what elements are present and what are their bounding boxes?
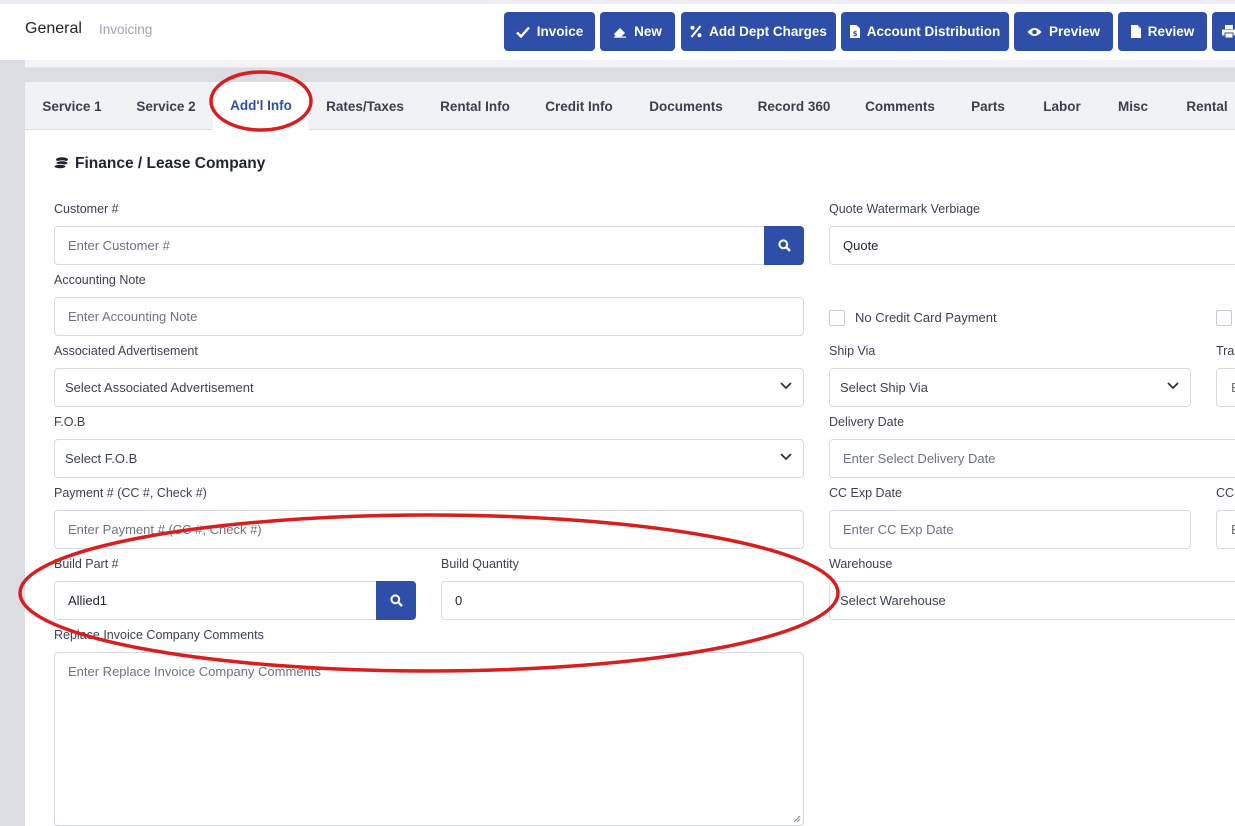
search-icon [389, 594, 403, 607]
chevron-down-icon [780, 453, 792, 461]
warehouse-value: Select Warehouse [840, 593, 946, 608]
print-button[interactable] [1212, 12, 1235, 51]
ship-via-select[interactable]: Select Ship Via [829, 368, 1191, 407]
tab-misc[interactable]: Misc [1111, 82, 1155, 130]
tab-rates-taxes[interactable]: Rates/Taxes [319, 82, 411, 130]
svg-text:$: $ [852, 30, 857, 38]
account-distribution-button[interactable]: $ Account Distribution [841, 12, 1009, 51]
fob-value: Select F.O.B [65, 451, 138, 466]
customer-input[interactable]: Enter Customer # [54, 226, 766, 265]
delivery-date-label: Delivery Date [829, 415, 905, 429]
accounting-note-label: Accounting Note [54, 273, 146, 287]
fob-select[interactable]: Select F.O.B [54, 439, 804, 478]
header-divider [25, 60, 1235, 68]
build-quantity-input[interactable]: 0 [441, 581, 804, 620]
associated-ad-label: Associated Advertisement [54, 344, 198, 358]
cc-exp-label: CC Exp Date [829, 486, 902, 500]
warehouse-label: Warehouse [829, 557, 893, 571]
chevron-down-icon [1167, 382, 1179, 390]
tab-comments[interactable]: Comments [857, 82, 943, 130]
tab-credit-info[interactable]: Credit Info [535, 82, 623, 130]
eye-icon [1027, 27, 1042, 36]
section-title: Finance / Lease Company [54, 155, 265, 173]
tab-bar: Service 1 Service 2 Add'l Info Rates/Tax… [25, 82, 1235, 131]
no-credit-card-label: No Credit Card Payment [855, 310, 997, 325]
ship-via-value: Select Ship Via [840, 380, 928, 395]
tab-addl-info[interactable]: Add'l Info [213, 82, 309, 131]
file-icon [1130, 25, 1141, 38]
preview-button[interactable]: Preview [1014, 12, 1113, 51]
preview-button-label: Preview [1048, 24, 1101, 39]
tab-rental-info[interactable]: Rental Info [431, 82, 519, 130]
no-credit-card-checkbox[interactable] [829, 310, 845, 326]
review-button-label: Review [1147, 24, 1195, 39]
breadcrumb-invoicing[interactable]: Invoicing [99, 22, 152, 37]
section-title-text: Finance / Lease Company [75, 155, 266, 172]
payment-label: Payment # (CC #, Check #) [54, 486, 207, 500]
search-icon [777, 239, 791, 252]
tab-record-360[interactable]: Record 360 [749, 82, 839, 130]
build-part-input[interactable]: Allied1 [54, 581, 378, 620]
tab-parts[interactable]: Parts [963, 82, 1013, 130]
check-icon [515, 26, 530, 38]
build-part-search-button[interactable] [376, 581, 416, 620]
quote-watermark-input[interactable]: Quote [829, 226, 1235, 265]
right-checkbox-partial[interactable] [1216, 310, 1232, 326]
tab-service-1[interactable]: Service 1 [31, 82, 113, 130]
delivery-date-input[interactable]: Enter Select Delivery Date [829, 439, 1235, 478]
quote-watermark-label: Quote Watermark Verbiage [829, 202, 980, 216]
cc-label-partial: CC [1216, 486, 1235, 500]
add-dept-charges-button[interactable]: Add Dept Charges [681, 12, 836, 51]
ship-via-label: Ship Via [829, 344, 876, 358]
tra-label-partial: Tra [1216, 344, 1235, 358]
tab-service-2[interactable]: Service 2 [123, 82, 209, 130]
tab-documents[interactable]: Documents [641, 82, 731, 130]
percent-icon [690, 25, 702, 38]
payment-input[interactable]: Enter Payment # (CC #, Check #) [54, 510, 804, 549]
account-distribution-label: Account Distribution [866, 24, 1001, 39]
coins-icon [54, 157, 69, 170]
add-dept-charges-label: Add Dept Charges [709, 24, 827, 39]
replace-comments-label: Replace Invoice Company Comments [54, 628, 264, 642]
print-icon [1222, 25, 1235, 38]
invoice-button[interactable]: Invoice [504, 12, 595, 51]
document-dollar-icon: $ [849, 25, 860, 38]
cc-input-partial[interactable]: E [1216, 510, 1235, 549]
customer-label: Customer # [54, 202, 119, 216]
new-button-label: New [634, 24, 662, 39]
replace-comments-placeholder: Enter Replace Invoice Company Comments [68, 664, 321, 679]
invoice-button-label: Invoice [536, 24, 584, 39]
eraser-icon [614, 27, 627, 38]
tab-rental[interactable]: Rental [1179, 82, 1235, 130]
resize-handle-icon[interactable] [793, 815, 801, 823]
replace-comments-textarea[interactable]: Enter Replace Invoice Company Comments [54, 652, 804, 826]
build-part-label: Build Part # [54, 557, 119, 571]
accounting-note-input[interactable]: Enter Accounting Note [54, 297, 804, 336]
build-quantity-label: Build Quantity [441, 557, 519, 571]
chevron-down-icon [780, 382, 792, 390]
customer-search-button[interactable] [764, 226, 804, 265]
associated-ad-value: Select Associated Advertisement [65, 380, 254, 395]
review-button[interactable]: Review [1118, 12, 1207, 51]
tra-input-partial[interactable]: E [1216, 368, 1235, 407]
cc-exp-input[interactable]: Enter CC Exp Date [829, 510, 1191, 549]
page-title: General [25, 20, 82, 37]
fob-label: F.O.B [54, 415, 86, 429]
warehouse-select[interactable]: Select Warehouse [829, 581, 1235, 620]
tab-labor[interactable]: Labor [1037, 82, 1087, 130]
associated-ad-select[interactable]: Select Associated Advertisement [54, 368, 804, 407]
new-button[interactable]: New [600, 12, 675, 51]
